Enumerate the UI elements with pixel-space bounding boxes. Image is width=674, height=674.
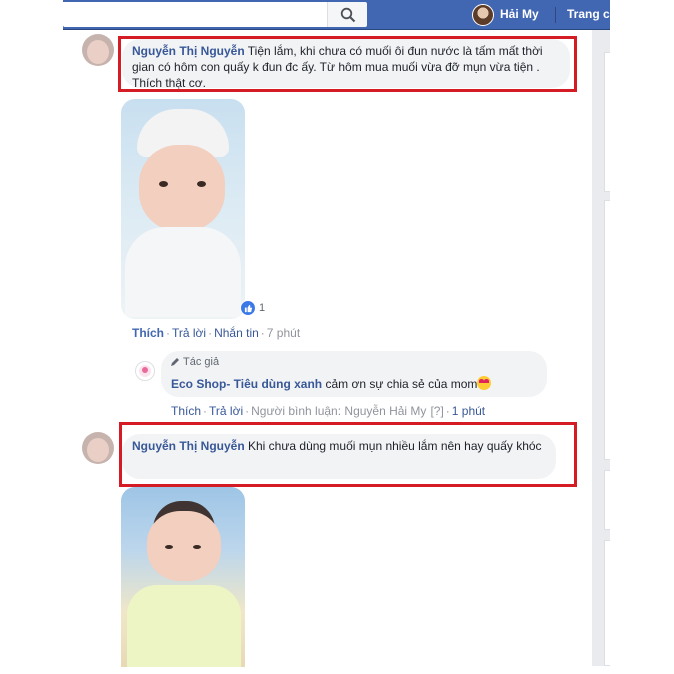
- reaction-count[interactable]: 1: [259, 302, 265, 314]
- eco-shop-logo-icon: [139, 365, 151, 377]
- page-avatar[interactable]: [135, 361, 155, 381]
- responder-label: Người bình luận: Nguyễn Hải My: [251, 404, 427, 418]
- message-link[interactable]: Nhắn tin: [214, 326, 259, 340]
- nav-divider: [555, 7, 556, 23]
- right-sidebar-card: [604, 470, 610, 530]
- right-sidebar-card: [604, 52, 610, 192]
- comment-timestamp[interactable]: 7 phút: [267, 326, 300, 340]
- user-avatar[interactable]: [472, 4, 494, 26]
- search-icon: [340, 7, 355, 22]
- pencil-icon: [171, 358, 179, 366]
- reply-text: cảm ơn sự chia sẻ của mom: [322, 377, 478, 391]
- reply-link[interactable]: Trả lời: [209, 404, 243, 418]
- reply-timestamp[interactable]: 1 phút: [452, 404, 485, 418]
- like-reaction-icon[interactable]: [240, 300, 256, 316]
- search-button[interactable]: [327, 2, 367, 27]
- comment-photo[interactable]: [121, 487, 245, 667]
- help-link[interactable]: [?]: [426, 404, 443, 418]
- search-input[interactable]: [63, 2, 328, 27]
- right-sidebar-card: [604, 540, 610, 666]
- top-navigation-bar: Hải My Trang chủ: [63, 0, 610, 30]
- comment-actions: Thích · Trả lời · Nhắn tin · 7 phút: [132, 326, 301, 340]
- heart-eyes-emoji-icon: [477, 376, 492, 390]
- reply-actions: Thích · Trả lời · Người bình luận: Nguyễn Hả…: [171, 404, 486, 418]
- commenter-avatar[interactable]: [82, 34, 114, 66]
- facebook-page: Hải My Trang chủ Nguyễn Thị Nguyễn Tiện …: [0, 0, 674, 674]
- right-sidebar-card: [604, 200, 610, 460]
- user-name-link[interactable]: Hải My: [500, 7, 539, 21]
- author-badge: Tác giả: [170, 356, 219, 368]
- like-link[interactable]: Thích: [171, 404, 201, 418]
- commenter-avatar[interactable]: [82, 432, 114, 464]
- highlight-box: [118, 36, 577, 92]
- reply-content: Eco Shop- Tiêu dùng xanh cảm ơn sự chia …: [171, 376, 492, 391]
- reply-link[interactable]: Trả lời: [172, 326, 206, 340]
- reply-author-link[interactable]: Eco Shop- Tiêu dùng xanh: [171, 377, 322, 391]
- home-link[interactable]: Trang chủ: [567, 7, 610, 21]
- comment-photo[interactable]: [121, 99, 245, 319]
- highlight-box: [119, 422, 577, 487]
- like-link[interactable]: Thích: [132, 326, 164, 340]
